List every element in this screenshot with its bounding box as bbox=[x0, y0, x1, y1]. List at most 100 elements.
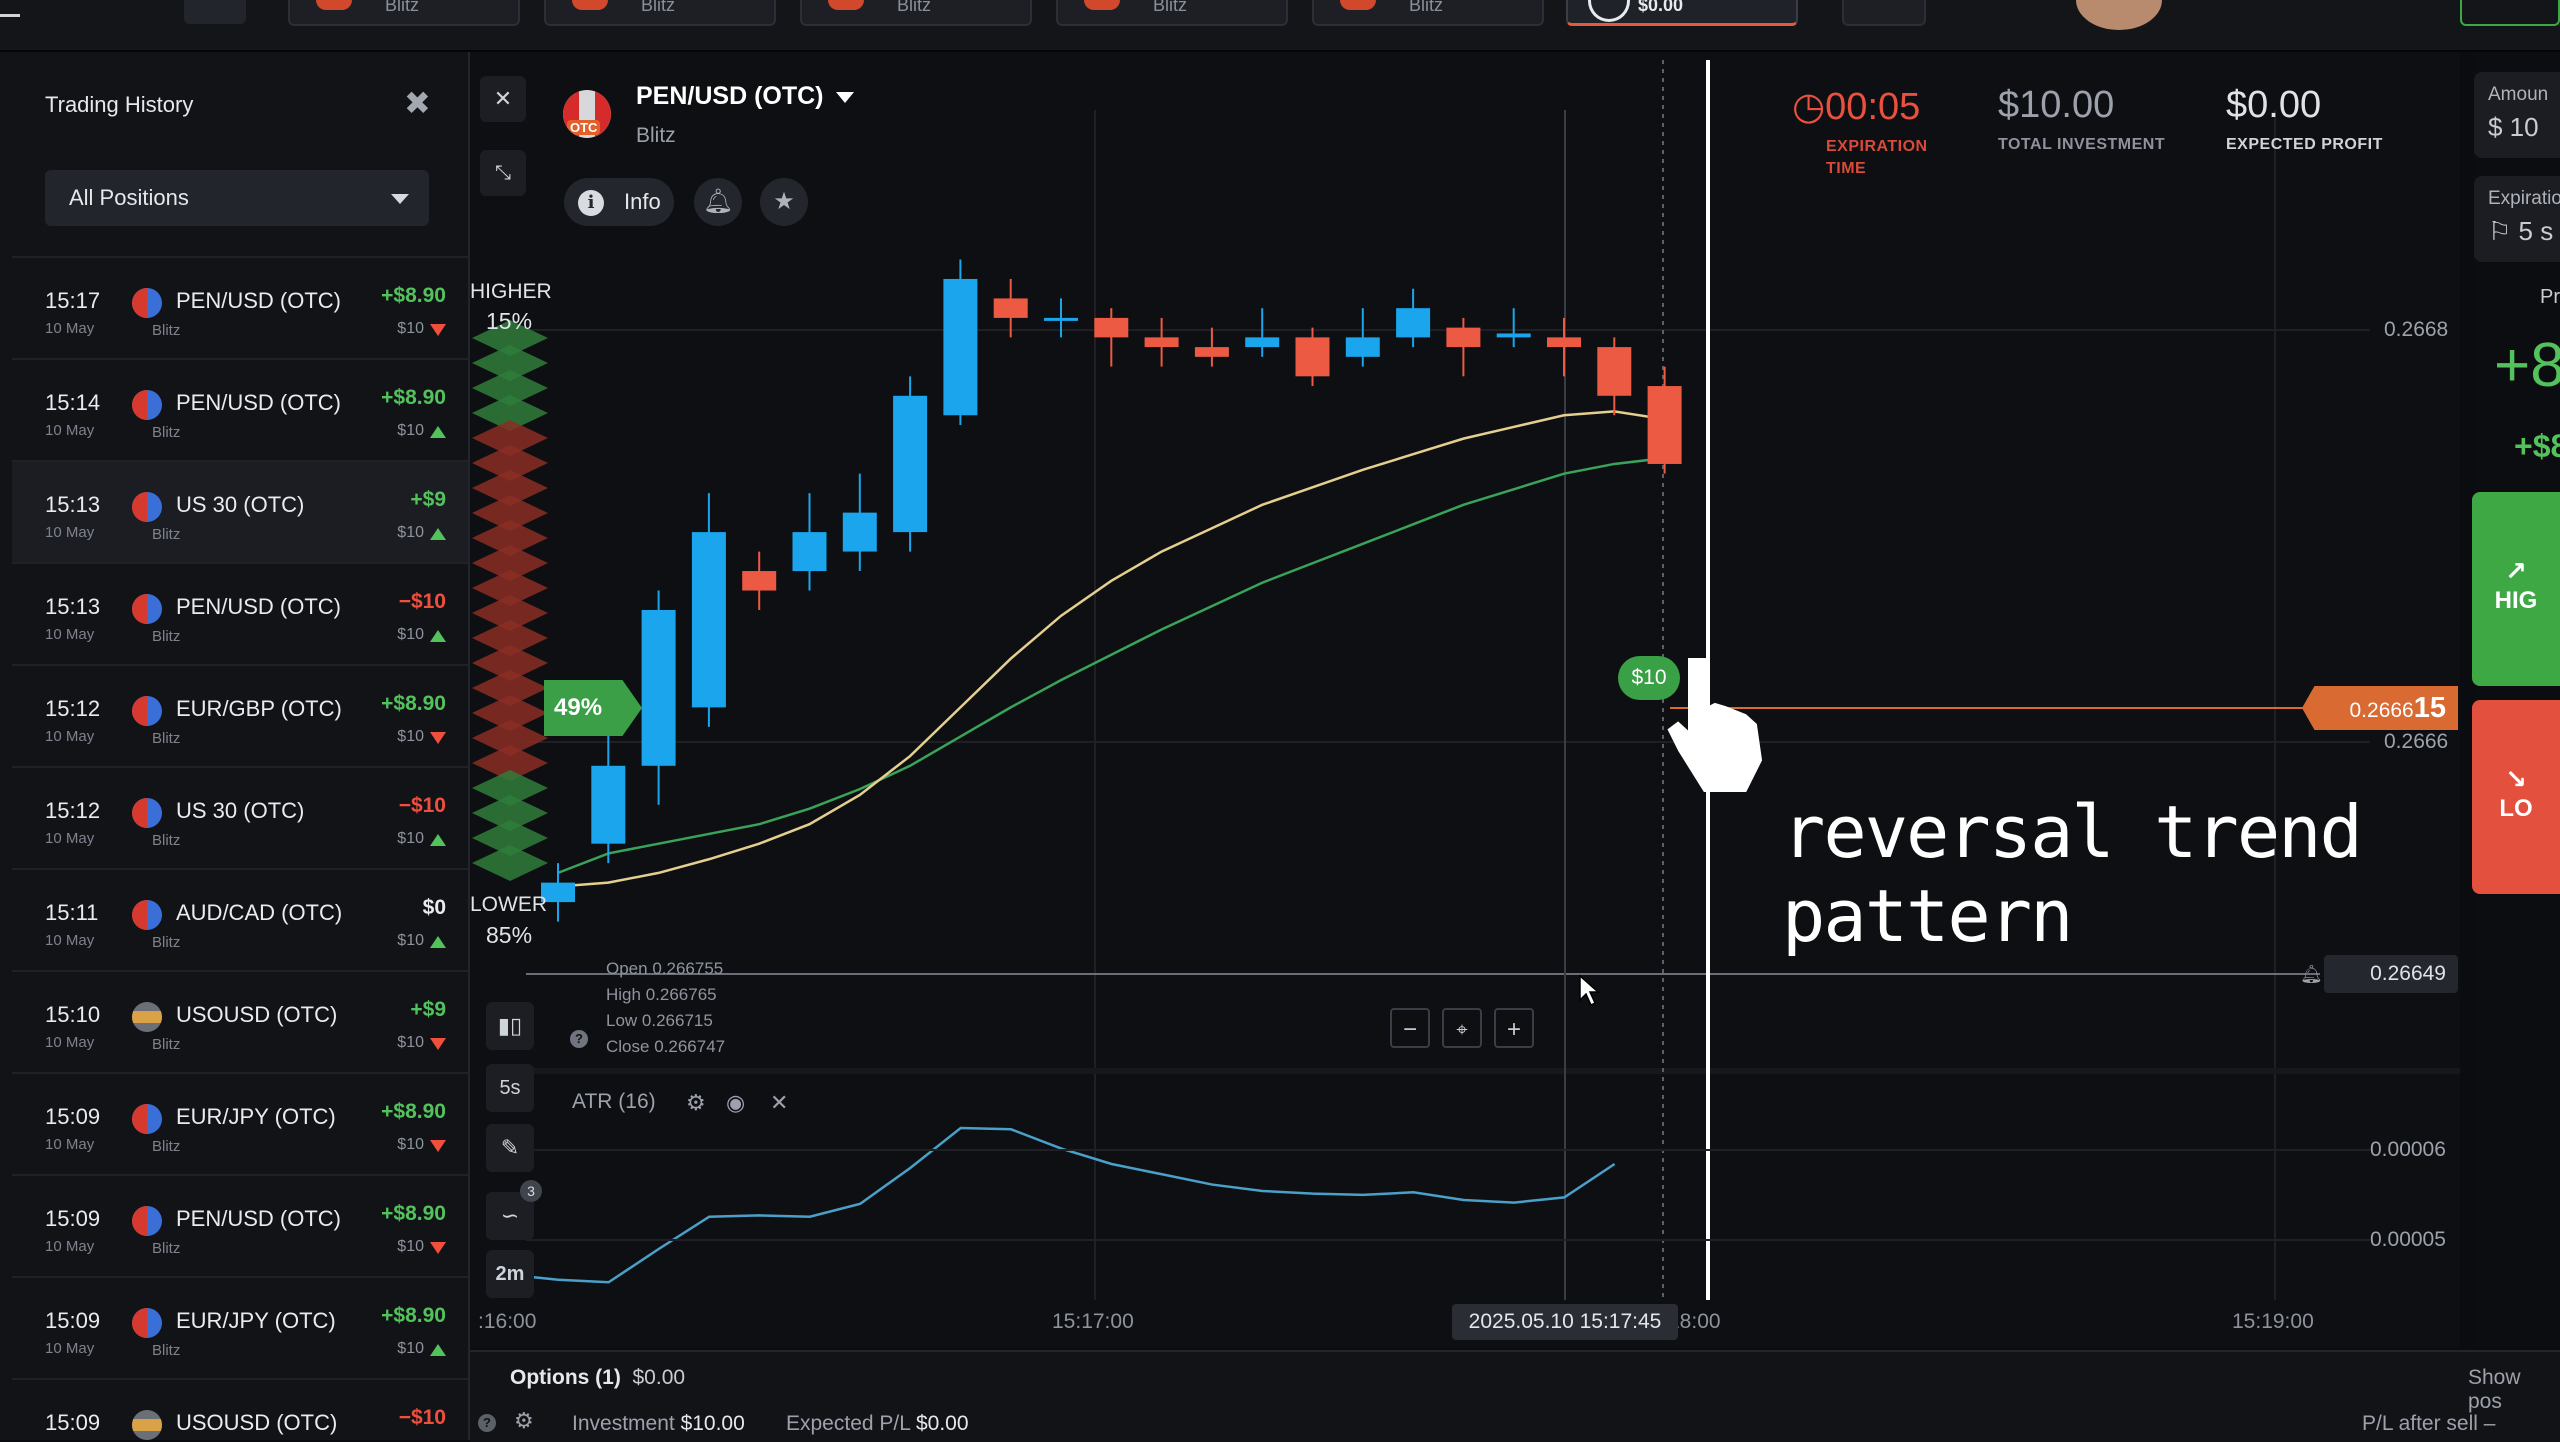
flag-icon bbox=[828, 0, 864, 10]
atr-axis-bottom: 0.00005 bbox=[2370, 1228, 2446, 1251]
trade-row[interactable]: 15:12 10 May EUR/GBP (OTC) Blitz +$8.90 $10 bbox=[12, 664, 468, 766]
center-chart-button[interactable]: ⌖ bbox=[1442, 1008, 1482, 1048]
trade-time: 15:10 bbox=[45, 1002, 101, 1027]
trade-time: 15:09 bbox=[45, 1410, 101, 1435]
trade-amount: $10 bbox=[397, 1136, 424, 1153]
trade-date: 10 May bbox=[45, 830, 95, 847]
trade-row[interactable]: 15:10 10 May USOUSD (OTC) Blitz +$9 $10 bbox=[12, 970, 468, 1072]
arrow-down-icon bbox=[430, 1242, 446, 1254]
expiration-label: Expiratio bbox=[2488, 188, 2560, 209]
zoom-out-button[interactable]: − bbox=[1390, 1008, 1430, 1048]
asset-flag-icon bbox=[132, 390, 162, 420]
asset-tab-active[interactable]: $0.00 bbox=[1566, 0, 1798, 26]
arrow-down-icon bbox=[430, 324, 446, 336]
asset-tab-5[interactable]: Blitz bbox=[1312, 0, 1544, 26]
deposit-button[interactable] bbox=[2460, 0, 2560, 26]
trade-date: 10 May bbox=[45, 626, 95, 643]
time-label-0: :16:00 bbox=[478, 1310, 537, 1333]
help-icon[interactable]: ? bbox=[478, 1414, 496, 1432]
asset-flag-icon bbox=[132, 696, 162, 726]
mouse-pointer-icon bbox=[1579, 974, 1600, 1007]
timeframe-button[interactable]: 5s bbox=[486, 1064, 534, 1112]
flag-icon bbox=[1084, 0, 1120, 10]
investment-summary: Investment $10.00 bbox=[572, 1412, 745, 1435]
trade-date: 10 May bbox=[45, 422, 95, 439]
asset-flag-icon bbox=[132, 1308, 162, 1338]
chart-type-button[interactable]: ▮▯ bbox=[486, 1002, 534, 1050]
asset-tab-3[interactable]: Blitz bbox=[800, 0, 1032, 26]
flag-icon bbox=[316, 0, 352, 10]
gear-icon[interactable]: ⚙ bbox=[686, 1090, 706, 1116]
user-avatar[interactable] bbox=[2076, 0, 2162, 30]
trade-pnl: $0 bbox=[422, 896, 446, 919]
trade-asset: EUR/GBP (OTC) bbox=[176, 696, 342, 721]
trade-time: 15:13 bbox=[45, 492, 101, 517]
arrow-up-icon bbox=[430, 528, 446, 540]
annotation-caption: reversal trend pattern bbox=[1782, 790, 2363, 958]
asset-tab-4[interactable]: Blitz bbox=[1056, 0, 1288, 26]
arrow-down-icon bbox=[430, 1038, 446, 1050]
arrow-up-icon bbox=[430, 426, 446, 438]
trade-date: 10 May bbox=[45, 1136, 95, 1153]
positions-filter-select[interactable]: All Positions bbox=[45, 170, 429, 226]
trade-type: Blitz bbox=[152, 1342, 181, 1359]
trade-row[interactable]: 15:09 10 May EUR/JPY (OTC) Blitz +$8.90 $10 bbox=[12, 1276, 468, 1378]
star-icon[interactable]: ★ bbox=[760, 178, 808, 226]
profit-amount: +$8 bbox=[2514, 428, 2560, 464]
zoom-in-button[interactable]: + bbox=[1494, 1008, 1534, 1048]
lower-button[interactable]: ↘ LO bbox=[2472, 700, 2560, 894]
collapse-icon[interactable]: ⤡ bbox=[480, 150, 526, 196]
gear-icon[interactable]: ⚙ bbox=[514, 1408, 534, 1434]
options-tab[interactable]: Options (1) $0.00 bbox=[510, 1366, 685, 1390]
trade-row[interactable]: 15:13 10 May US 30 (OTC) Blitz +$9 $10 bbox=[12, 460, 468, 562]
time-range-button[interactable]: 2m bbox=[486, 1250, 534, 1298]
grid-layout-button[interactable] bbox=[184, 0, 246, 24]
higher-button[interactable]: ↗ HIG bbox=[2472, 492, 2560, 686]
price-axis-top: 0.2668 bbox=[2384, 318, 2449, 341]
trade-amount: $10 bbox=[397, 728, 424, 745]
remove-indicator-icon[interactable]: ✕ bbox=[770, 1090, 788, 1116]
trade-pnl: +$8.90 bbox=[381, 284, 446, 307]
flag-icon bbox=[1340, 0, 1376, 10]
trade-amount: $10 bbox=[397, 1238, 424, 1255]
trade-time: 15:14 bbox=[45, 390, 101, 415]
trade-type: Blitz bbox=[152, 730, 181, 747]
trade-row[interactable]: 15:12 10 May US 30 (OTC) Blitz −$10 $10 bbox=[12, 766, 468, 868]
expiration-box[interactable]: Expiratio ⚐ 5 s bbox=[2474, 176, 2560, 262]
close-chart-button[interactable]: ✕ bbox=[480, 76, 526, 122]
trade-type: Blitz bbox=[152, 1240, 181, 1257]
menu-button[interactable] bbox=[0, 0, 20, 17]
trading-history-panel: Trading History ✖ All Positions 15:17 10 … bbox=[0, 52, 470, 1440]
show-positions-link[interactable]: Show pos bbox=[2468, 1366, 2560, 1414]
close-icon[interactable]: ✖ bbox=[404, 84, 431, 122]
trade-row[interactable]: 15:13 10 May PEN/USD (OTC) Blitz −$10 $10 bbox=[12, 562, 468, 664]
asset-flag-icon bbox=[132, 492, 162, 522]
trade-row[interactable]: 15:09 10 May PEN/USD (OTC) Blitz +$8.90 $10 bbox=[12, 1174, 468, 1276]
trade-row[interactable]: 15:11 10 May AUD/CAD (OTC) Blitz $0 $10 bbox=[12, 868, 468, 970]
trade-time: 15:17 bbox=[45, 288, 101, 313]
trade-row[interactable]: 15:09 10 May EUR/JPY (OTC) Blitz +$8.90 $10 bbox=[12, 1072, 468, 1174]
chart-area[interactable] bbox=[470, 52, 2460, 1348]
amount-box[interactable]: Amoun $ 10 bbox=[2474, 72, 2560, 158]
help-icon[interactable]: ? bbox=[570, 1030, 588, 1048]
trade-row[interactable]: 15:17 10 May PEN/USD (OTC) Blitz +$8.90 $10 bbox=[12, 256, 468, 358]
draw-pencil-icon[interactable]: ✎ bbox=[486, 1124, 534, 1172]
price-alert-tag[interactable]: 🔔︎ 0.26649 bbox=[2300, 955, 2458, 993]
expected-profit-value: $0.00 bbox=[2226, 84, 2322, 126]
trade-row[interactable]: 15:0910 MayUSOUSD (OTC)Blitz−$10 bbox=[12, 1378, 468, 1440]
asset-tab-2[interactable]: Blitz bbox=[544, 0, 776, 26]
trade-amount: $10 bbox=[397, 422, 424, 439]
info-button[interactable]: i Info bbox=[564, 178, 674, 226]
asset-name: PEN/USD (OTC) bbox=[636, 82, 824, 110]
trade-row[interactable]: 15:14 10 May PEN/USD (OTC) Blitz +$8.90 $10 bbox=[12, 358, 468, 460]
profit-percent: +8 bbox=[2494, 331, 2560, 400]
bell-icon[interactable]: 🔔︎ bbox=[694, 178, 742, 226]
trade-type: Blitz bbox=[152, 322, 181, 339]
trade-date: 10 May bbox=[45, 1340, 95, 1357]
asset-tab-1[interactable]: Blitz bbox=[288, 0, 520, 26]
trade-time: 15:11 bbox=[45, 900, 99, 925]
asset-selector[interactable]: PEN/USD (OTC) bbox=[636, 82, 854, 111]
eye-icon[interactable]: ◉ bbox=[726, 1090, 745, 1116]
arrow-up-icon bbox=[430, 630, 446, 642]
add-tab-button[interactable] bbox=[1842, 0, 1926, 26]
